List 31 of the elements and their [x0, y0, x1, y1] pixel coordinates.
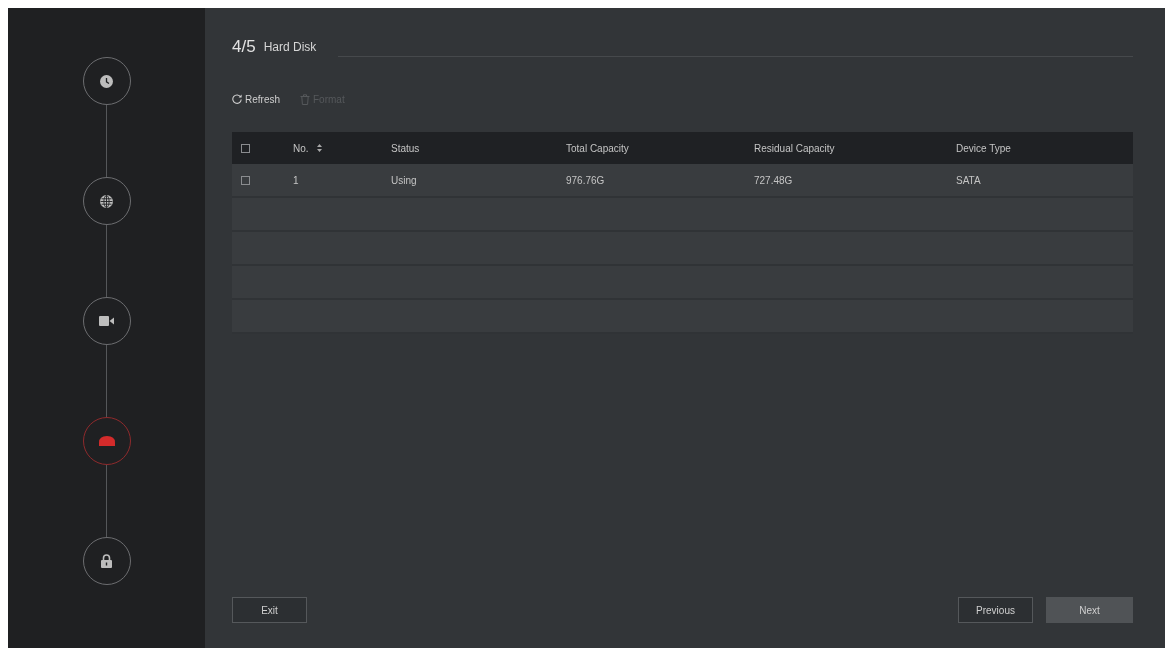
column-header: Residual Capacity [754, 142, 835, 154]
primary-button[interactable]: Next [1046, 597, 1133, 623]
secondary-button[interactable]: Exit [232, 597, 307, 623]
table-cell-text: 976.76G [565, 174, 605, 186]
wizard-step[interactable] [82, 57, 131, 105]
dome-icon [98, 436, 115, 446]
lock-icon [101, 554, 112, 568]
trash-icon [300, 93, 310, 105]
sort-icon[interactable] [316, 144, 322, 152]
refresh-icon [232, 94, 242, 104]
table-row[interactable]: 1 Using 976.76G 727.48G SATA [232, 164, 1133, 198]
step-counter: 4/5 [232, 37, 256, 57]
wizard-step[interactable] [82, 537, 131, 585]
column-header[interactable]: No. [293, 142, 322, 154]
table-cell-text: 1 [292, 174, 299, 186]
column-header: Total Capacity [566, 142, 629, 154]
table-cell-text: 727.48G [753, 174, 793, 186]
refresh-button[interactable]: Refresh [232, 93, 280, 105]
globe-icon [100, 194, 113, 208]
table-cell-text: Using [390, 174, 417, 186]
row-checkbox[interactable] [241, 175, 250, 185]
page-title: Hard Disk [263, 39, 317, 55]
wizard-step[interactable] [82, 177, 131, 225]
video-camera-icon [99, 316, 114, 326]
select-all-checkbox[interactable] [241, 143, 250, 153]
column-header: Status [391, 142, 420, 154]
clock-icon [100, 74, 113, 88]
wizard-step[interactable] [82, 297, 131, 345]
secondary-button[interactable]: Previous [958, 597, 1033, 623]
table-cell-text: SATA [955, 174, 981, 186]
column-header: Device Type [956, 142, 1011, 154]
